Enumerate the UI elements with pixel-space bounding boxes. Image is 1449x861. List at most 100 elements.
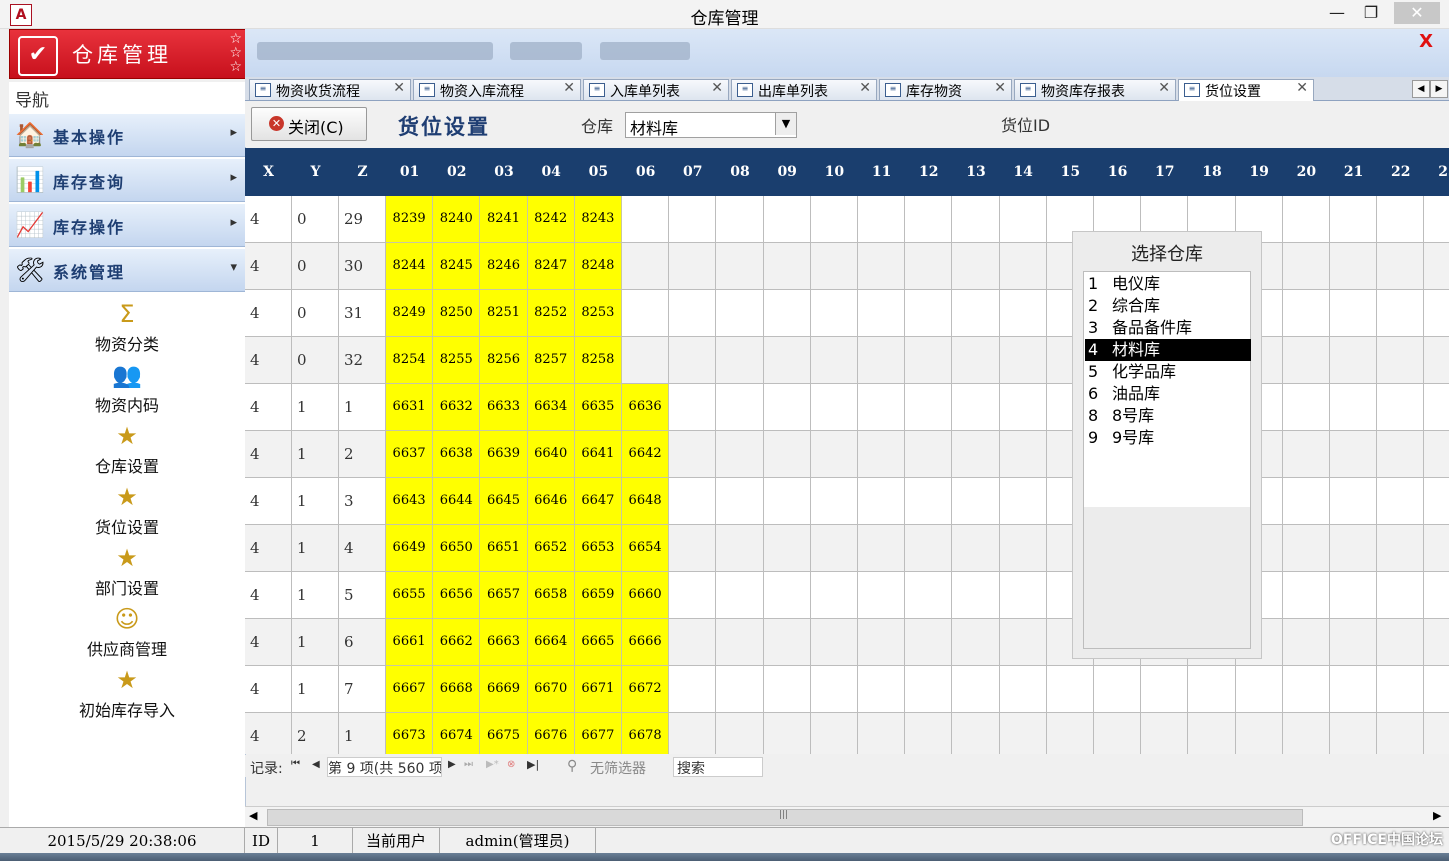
previous-record-icon[interactable]: ◀: [312, 759, 320, 770]
location-cell[interactable]: [1282, 666, 1330, 713]
location-cell[interactable]: [669, 619, 717, 666]
location-cell[interactable]: 8246: [480, 243, 528, 290]
table-row[interactable]: 4 0 31 8249 8250 8251 8252 8253: [245, 290, 1449, 337]
key-cell[interactable]: 4: [245, 196, 292, 243]
location-cell[interactable]: 6677: [574, 713, 622, 754]
column-header[interactable]: 11: [858, 148, 905, 196]
location-cell[interactable]: [999, 337, 1047, 384]
column-header[interactable]: 22: [1377, 148, 1424, 196]
warehouse-list-item[interactable]: 9 9号库: [1085, 427, 1251, 449]
warehouse-list-item[interactable]: 4 材料库: [1085, 339, 1251, 361]
location-cell[interactable]: [1424, 337, 1449, 384]
key-cell[interactable]: 4: [245, 478, 292, 525]
key-cell[interactable]: 1: [292, 431, 339, 478]
filter-status[interactable]: 无筛选器: [590, 758, 646, 778]
location-cell[interactable]: [999, 196, 1047, 243]
location-cell[interactable]: 8240: [433, 196, 481, 243]
tab-4[interactable]: ≡ 出库单列表 ✕: [731, 79, 877, 100]
location-cell[interactable]: [1330, 384, 1378, 431]
location-cell[interactable]: [1377, 431, 1425, 478]
table-row[interactable]: 4 1 2 6637 6638 6639 6640 6641 6642: [245, 431, 1449, 478]
column-header[interactable]: 21: [1330, 148, 1377, 196]
key-cell[interactable]: 4: [245, 666, 292, 713]
tab-5[interactable]: ≡ 库存物资 ✕: [879, 79, 1012, 100]
location-cell[interactable]: 6669: [480, 666, 528, 713]
location-cell[interactable]: [999, 713, 1047, 754]
key-cell[interactable]: 1: [292, 478, 339, 525]
table-row[interactable]: 4 0 30 8244 8245 8246 8247 8248: [245, 243, 1449, 290]
location-cell[interactable]: 8256: [480, 337, 528, 384]
location-cell[interactable]: [999, 619, 1047, 666]
location-cell[interactable]: [810, 619, 858, 666]
location-cell[interactable]: [905, 619, 953, 666]
location-cell[interactable]: [716, 478, 764, 525]
location-cell[interactable]: [763, 525, 811, 572]
location-cell[interactable]: [1330, 478, 1378, 525]
last-record-icon[interactable]: ⏭: [464, 759, 473, 770]
location-cell[interactable]: 6631: [386, 384, 434, 431]
location-cell[interactable]: [1330, 290, 1378, 337]
location-cell[interactable]: [858, 713, 906, 754]
location-cell[interactable]: [669, 431, 717, 478]
table-row[interactable]: 4 1 7 6667 6668 6669 6670 6671 6672: [245, 666, 1449, 713]
location-cell[interactable]: 6674: [433, 713, 481, 754]
location-cell[interactable]: 6655: [386, 572, 434, 619]
location-cell[interactable]: [905, 572, 953, 619]
location-cell[interactable]: [810, 525, 858, 572]
key-cell[interactable]: 32: [339, 337, 386, 384]
location-cell[interactable]: [810, 290, 858, 337]
column-header[interactable]: 18: [1188, 148, 1235, 196]
column-header[interactable]: 04: [528, 148, 575, 196]
nav-group-1[interactable]: 🏠 基本操作 ▸: [9, 114, 245, 157]
location-cell[interactable]: [669, 290, 717, 337]
location-cell[interactable]: [1377, 243, 1425, 290]
key-cell[interactable]: 0: [292, 290, 339, 337]
tab-6[interactable]: ≡ 物资库存报表 ✕: [1014, 79, 1176, 100]
next-record-icon[interactable]: ▶: [448, 759, 456, 770]
column-header[interactable]: 19: [1236, 148, 1283, 196]
key-cell[interactable]: 1: [339, 384, 386, 431]
location-cell[interactable]: [1282, 713, 1330, 754]
location-cell[interactable]: [669, 666, 717, 713]
location-cell[interactable]: [1235, 666, 1283, 713]
location-cell[interactable]: [1424, 431, 1449, 478]
key-cell[interactable]: 4: [245, 337, 292, 384]
location-cell[interactable]: 6660: [622, 572, 670, 619]
location-cell[interactable]: [622, 196, 670, 243]
location-cell[interactable]: [810, 572, 858, 619]
location-cell[interactable]: 6653: [574, 525, 622, 572]
tab-close-icon[interactable]: ✕: [563, 80, 575, 96]
column-header[interactable]: 10: [811, 148, 858, 196]
location-cell[interactable]: [1377, 525, 1425, 572]
record-position-field[interactable]: 第 9 项(共 560 项: [327, 757, 442, 777]
location-cell[interactable]: 8243: [574, 196, 622, 243]
location-cell[interactable]: [999, 431, 1047, 478]
location-cell[interactable]: 8242: [527, 196, 575, 243]
location-cell[interactable]: [716, 196, 764, 243]
location-cell[interactable]: [858, 290, 906, 337]
table-row[interactable]: 4 0 29 8239 8240 8241 8242 8243: [245, 196, 1449, 243]
location-cell[interactable]: 6633: [480, 384, 528, 431]
table-row[interactable]: 4 1 3 6643 6644 6645 6646 6647 6648: [245, 478, 1449, 525]
location-cell[interactable]: [999, 243, 1047, 290]
location-cell[interactable]: 6635: [574, 384, 622, 431]
location-cell[interactable]: [1424, 243, 1449, 290]
key-cell[interactable]: 7: [339, 666, 386, 713]
location-cell[interactable]: [669, 243, 717, 290]
location-cell[interactable]: [763, 572, 811, 619]
tab-close-icon[interactable]: ✕: [393, 80, 405, 96]
location-cell[interactable]: [622, 337, 670, 384]
location-cell[interactable]: [905, 337, 953, 384]
location-cell[interactable]: 6650: [433, 525, 481, 572]
table-row[interactable]: 4 1 5 6655 6656 6657 6658 6659 6660: [245, 572, 1449, 619]
location-cell[interactable]: [1330, 619, 1378, 666]
horizontal-scrollbar[interactable]: ◀ ||| ▶: [245, 806, 1449, 827]
location-cell[interactable]: [952, 290, 1000, 337]
location-cell[interactable]: [1424, 196, 1449, 243]
column-header[interactable]: 17: [1141, 148, 1188, 196]
location-cell[interactable]: 6644: [433, 478, 481, 525]
location-cell[interactable]: [952, 431, 1000, 478]
tab-close-icon[interactable]: ✕: [1296, 80, 1308, 96]
tab-close-icon[interactable]: ✕: [711, 80, 723, 96]
location-cell[interactable]: [1282, 525, 1330, 572]
